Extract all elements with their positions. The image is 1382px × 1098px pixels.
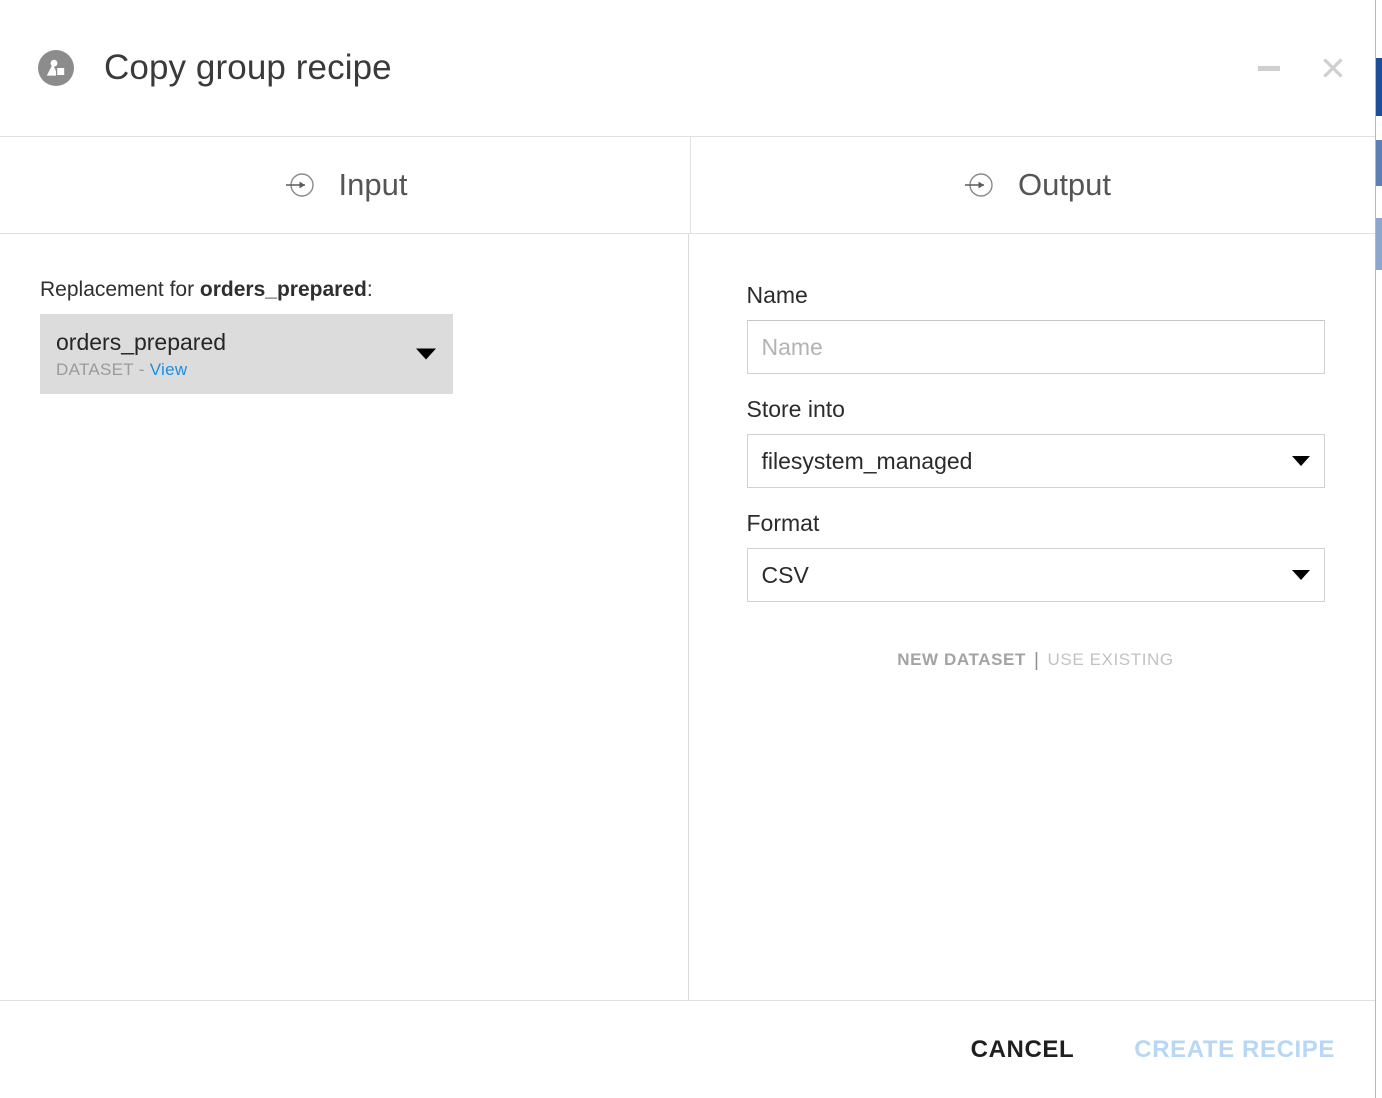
- store-into-field-group: Store into filesystem_managed: [746, 396, 1325, 488]
- format-label: Format: [746, 510, 820, 536]
- page-title: Copy group recipe: [104, 48, 392, 87]
- new-dataset-mode-button[interactable]: NEW DATASET: [889, 650, 1034, 670]
- dataset-mode-switch: NEW DATASET | USE EXISTING: [747, 650, 1325, 670]
- input-pane: Replacement for orders_prepared: orders_…: [0, 234, 689, 1000]
- page-scrollbar-thumb-tertiary[interactable]: [1376, 218, 1382, 270]
- replacement-dataset-select[interactable]: orders_prepared DATASET - View: [40, 314, 453, 394]
- page-scrollbar-thumb[interactable]: [1376, 58, 1382, 116]
- dialog-footer: CANCEL CREATE RECIPE: [0, 1001, 1382, 1098]
- name-input[interactable]: [746, 320, 1325, 374]
- arrow-into-circle-icon: [962, 168, 996, 202]
- dataset-meta: DATASET - View: [56, 360, 435, 380]
- close-icon: ✕: [1319, 48, 1347, 88]
- dialog-titlebar: Copy group recipe ✕: [0, 0, 1382, 137]
- tab-input-label: Input: [338, 167, 408, 202]
- pane-headers: Input Output: [0, 137, 1382, 234]
- page-scrollbar-thumb-secondary[interactable]: [1376, 140, 1382, 186]
- output-pane: Name Store into filesystem_managed Forma…: [689, 234, 1382, 1000]
- cancel-button[interactable]: CANCEL: [971, 1036, 1075, 1064]
- dataset-meta-separator: -: [133, 359, 150, 379]
- chevron-down-icon: [416, 348, 436, 360]
- replacement-target: orders_prepared: [199, 278, 367, 301]
- name-label: Name: [746, 282, 808, 308]
- create-recipe-button[interactable]: CREATE RECIPE: [1134, 1036, 1335, 1064]
- replacement-suffix: :: [366, 278, 373, 301]
- minimize-icon: [1258, 65, 1280, 71]
- tab-output-label: Output: [1017, 167, 1112, 202]
- tab-input[interactable]: Input: [0, 137, 691, 233]
- dataset-type-label: DATASET: [56, 359, 134, 379]
- recipe-app-icon: [38, 50, 74, 86]
- copy-group-recipe-dialog: Copy group recipe ✕ Input Output Replace…: [0, 0, 1382, 1098]
- arrow-into-circle-icon: [283, 168, 317, 202]
- use-existing-mode-button[interactable]: USE EXISTING: [1040, 650, 1182, 670]
- dialog-body: Replacement for orders_prepared: orders_…: [0, 234, 1382, 1001]
- format-select[interactable]: CSV: [746, 548, 1325, 602]
- page-scrollbar[interactable]: [1375, 0, 1382, 1098]
- chevron-down-icon: [1291, 456, 1310, 466]
- replacement-label: Replacement for orders_prepared:: [40, 278, 648, 302]
- store-into-value: filesystem_managed: [761, 447, 973, 474]
- tab-output[interactable]: Output: [691, 137, 1382, 233]
- store-into-label: Store into: [746, 396, 845, 422]
- dataset-view-link[interactable]: View: [150, 360, 188, 379]
- store-into-select[interactable]: filesystem_managed: [746, 434, 1325, 488]
- replacement-prefix: Replacement for: [40, 278, 200, 301]
- minimize-button[interactable]: [1246, 45, 1292, 91]
- chevron-down-icon: [1291, 570, 1310, 580]
- dataset-name: orders_prepared: [56, 329, 227, 355]
- close-button[interactable]: ✕: [1310, 45, 1356, 91]
- name-field-group: Name: [746, 282, 1325, 374]
- format-value: CSV: [761, 561, 809, 588]
- format-field-group: Format CSV: [746, 510, 1325, 602]
